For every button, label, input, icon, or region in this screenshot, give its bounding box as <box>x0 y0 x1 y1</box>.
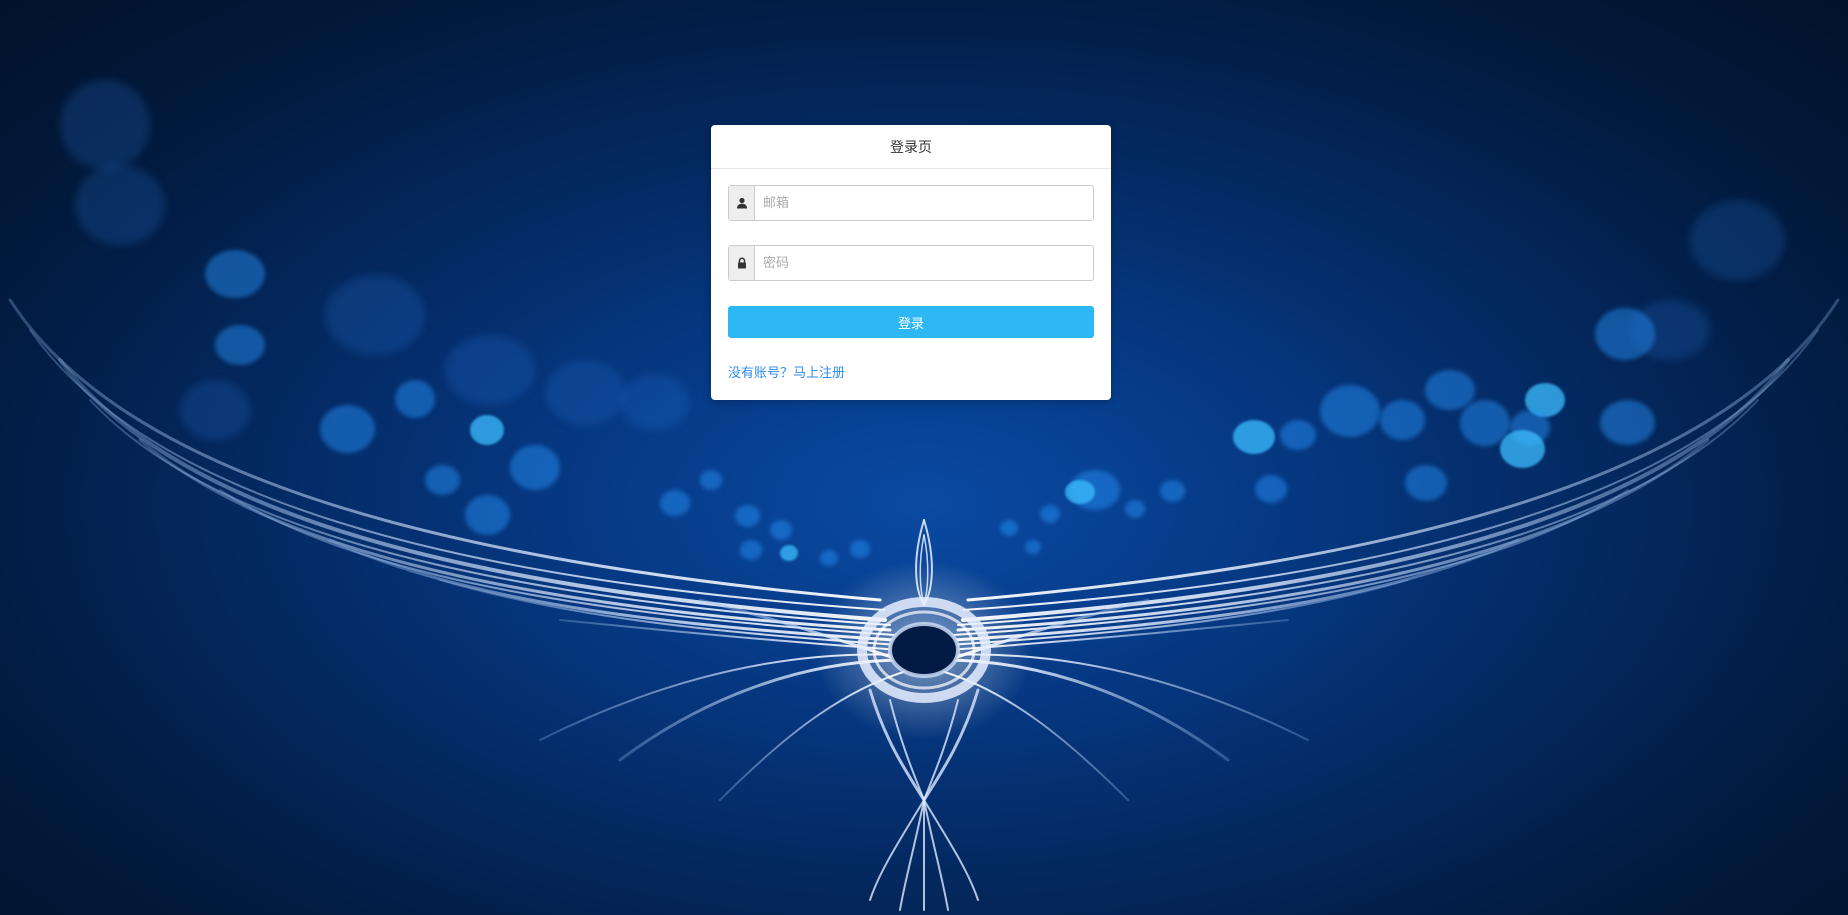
lock-icon <box>729 246 755 280</box>
user-icon <box>729 186 755 220</box>
login-button[interactable]: 登录 <box>728 306 1094 338</box>
password-input[interactable] <box>755 246 1093 280</box>
password-input-group <box>728 245 1094 281</box>
email-input-group <box>728 185 1094 221</box>
login-card-title: 登录页 <box>711 125 1111 169</box>
email-input[interactable] <box>755 186 1093 220</box>
login-card: 登录页 登录 没有账号？马上注册 <box>711 125 1111 400</box>
register-link[interactable]: 没有账号？马上注册 <box>728 362 845 381</box>
